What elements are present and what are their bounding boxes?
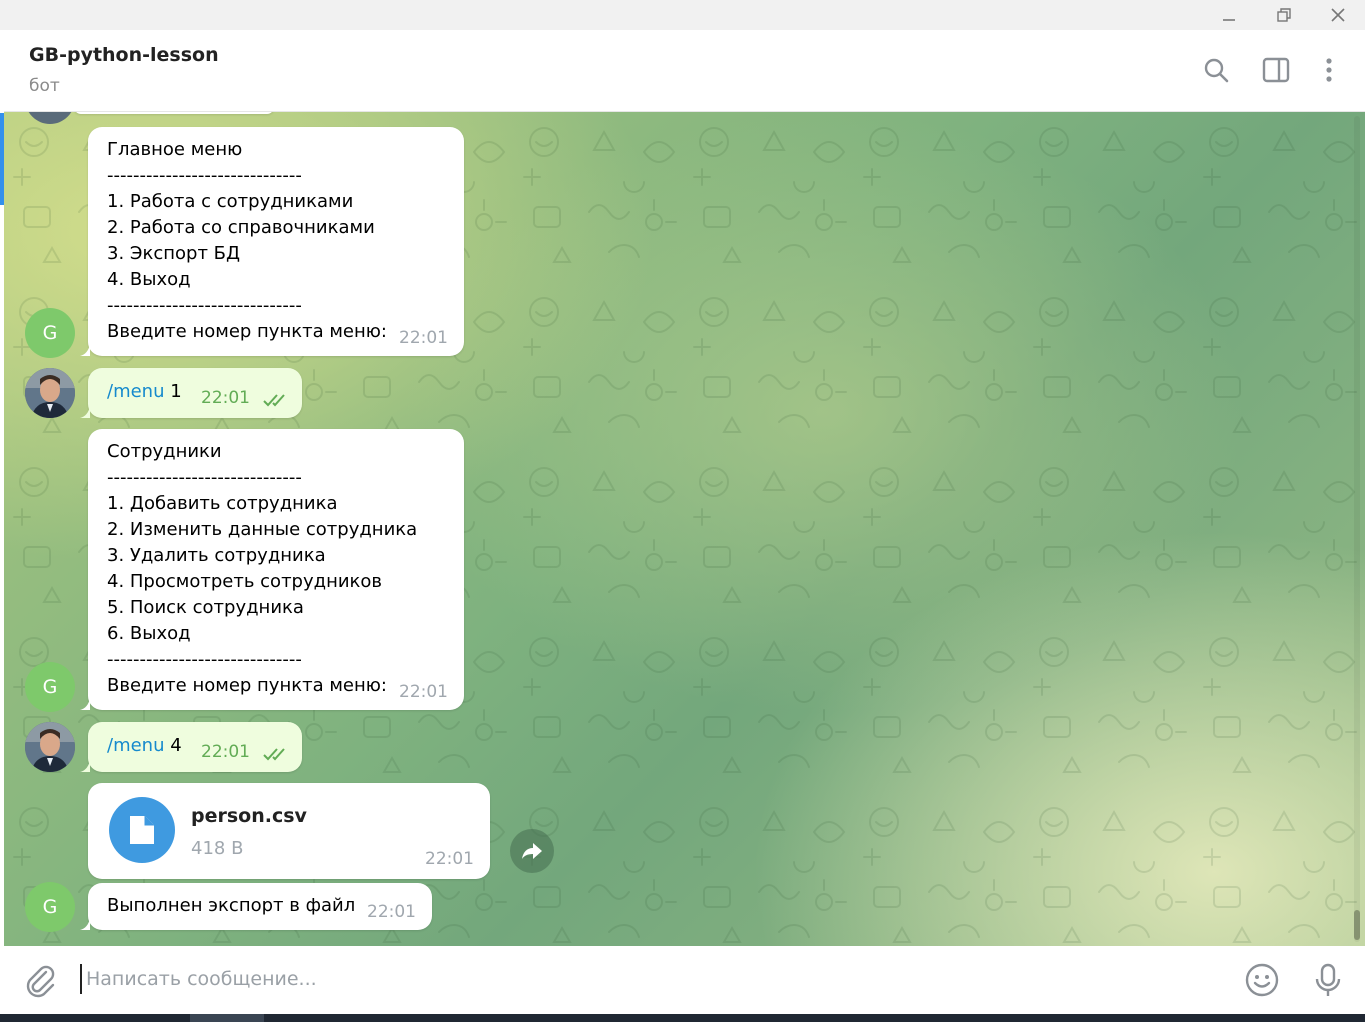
bubble-tail xyxy=(80,344,90,356)
microphone-icon xyxy=(1315,963,1341,996)
message-time: 22:01 xyxy=(201,388,250,408)
bot-command-link[interactable]: /menu xyxy=(107,381,165,402)
avatar-letter: G xyxy=(42,322,58,344)
message-time: 22:01 xyxy=(425,849,474,869)
message-file[interactable]: person.csv 418 B 22:01 xyxy=(88,783,490,879)
more-vertical-icon xyxy=(1326,58,1332,82)
sidebar-panel-icon xyxy=(1262,57,1290,83)
message-main-menu[interactable]: Главное меню ---------------------------… xyxy=(80,127,464,356)
avatar-letter: G xyxy=(42,896,58,918)
forward-button[interactable] xyxy=(510,829,554,873)
bubble-tail xyxy=(80,698,90,710)
chat-title[interactable]: GB-python-lesson xyxy=(29,44,219,66)
active-chat-indicator xyxy=(0,113,4,205)
bot-command-link[interactable]: /menu xyxy=(107,735,165,756)
emoji-button[interactable] xyxy=(1244,962,1280,998)
bubble-tail xyxy=(80,918,90,930)
message-text: Главное меню ---------------------------… xyxy=(107,139,387,342)
restore-icon xyxy=(1277,8,1291,22)
search-button[interactable] xyxy=(1198,52,1234,88)
file-name[interactable]: person.csv xyxy=(191,805,307,827)
chat-area[interactable]: Главное меню ---------------------------… xyxy=(4,112,1365,946)
file-size: 418 B xyxy=(191,838,244,859)
message-employees-menu[interactable]: Сотрудники -----------------------------… xyxy=(80,429,464,710)
message-input[interactable] xyxy=(80,964,1180,994)
message-text: 1 xyxy=(164,381,182,402)
message-time: 22:01 xyxy=(201,742,250,762)
attach-button[interactable] xyxy=(22,962,58,998)
message-reply-4[interactable]: /menu 4 22:01 xyxy=(80,722,302,772)
double-check-icon xyxy=(263,748,285,761)
window-titlebar xyxy=(0,0,1365,30)
message-text: Сотрудники -----------------------------… xyxy=(107,441,418,696)
forward-arrow-icon xyxy=(522,843,542,859)
double-check-icon xyxy=(263,394,285,407)
user-photo xyxy=(25,722,75,772)
close-icon xyxy=(1331,8,1345,22)
document-icon xyxy=(130,816,154,844)
previous-message-bubble xyxy=(74,112,274,114)
smile-icon xyxy=(1245,963,1279,997)
bubble-tail xyxy=(80,406,90,418)
scrollbar-thumb[interactable] xyxy=(1354,910,1360,940)
minimize-icon xyxy=(1223,19,1235,21)
scrollbar-track[interactable] xyxy=(1354,116,1360,942)
bubble-tail xyxy=(80,760,90,772)
chat-header: GB-python-lesson бот xyxy=(4,30,1365,112)
bot-avatar[interactable]: G xyxy=(25,882,75,932)
sidebar-toggle-button[interactable] xyxy=(1258,52,1294,88)
message-time: 22:01 xyxy=(399,682,448,702)
os-taskbar xyxy=(0,1014,1365,1022)
user-avatar[interactable] xyxy=(25,368,75,418)
message-reply-1[interactable]: /menu 1 22:01 xyxy=(80,368,302,418)
message-composer xyxy=(0,946,1365,1014)
voice-record-button[interactable] xyxy=(1310,962,1346,998)
more-button[interactable] xyxy=(1311,52,1347,88)
message-time: 22:01 xyxy=(367,902,416,922)
message-export-done[interactable]: Выполнен экспорт в файл 22:01 xyxy=(80,883,432,930)
search-icon xyxy=(1204,58,1229,83)
minimize-button[interactable] xyxy=(1206,0,1252,30)
bot-avatar[interactable]: G xyxy=(25,662,75,712)
user-avatar[interactable] xyxy=(25,722,75,772)
file-download-button[interactable] xyxy=(109,797,175,863)
message-text: Выполнен экспорт в файл xyxy=(107,895,356,916)
avatar-letter: G xyxy=(42,676,58,698)
taskbar-active-item[interactable] xyxy=(190,1014,264,1022)
user-photo xyxy=(25,368,75,418)
paperclip-icon xyxy=(26,965,55,998)
message-text: 4 xyxy=(164,735,182,756)
close-button[interactable] xyxy=(1315,0,1361,30)
chat-status: бот xyxy=(29,76,60,96)
bot-avatar[interactable]: G xyxy=(25,308,75,358)
restore-button[interactable] xyxy=(1261,0,1307,30)
message-time: 22:01 xyxy=(399,328,448,348)
